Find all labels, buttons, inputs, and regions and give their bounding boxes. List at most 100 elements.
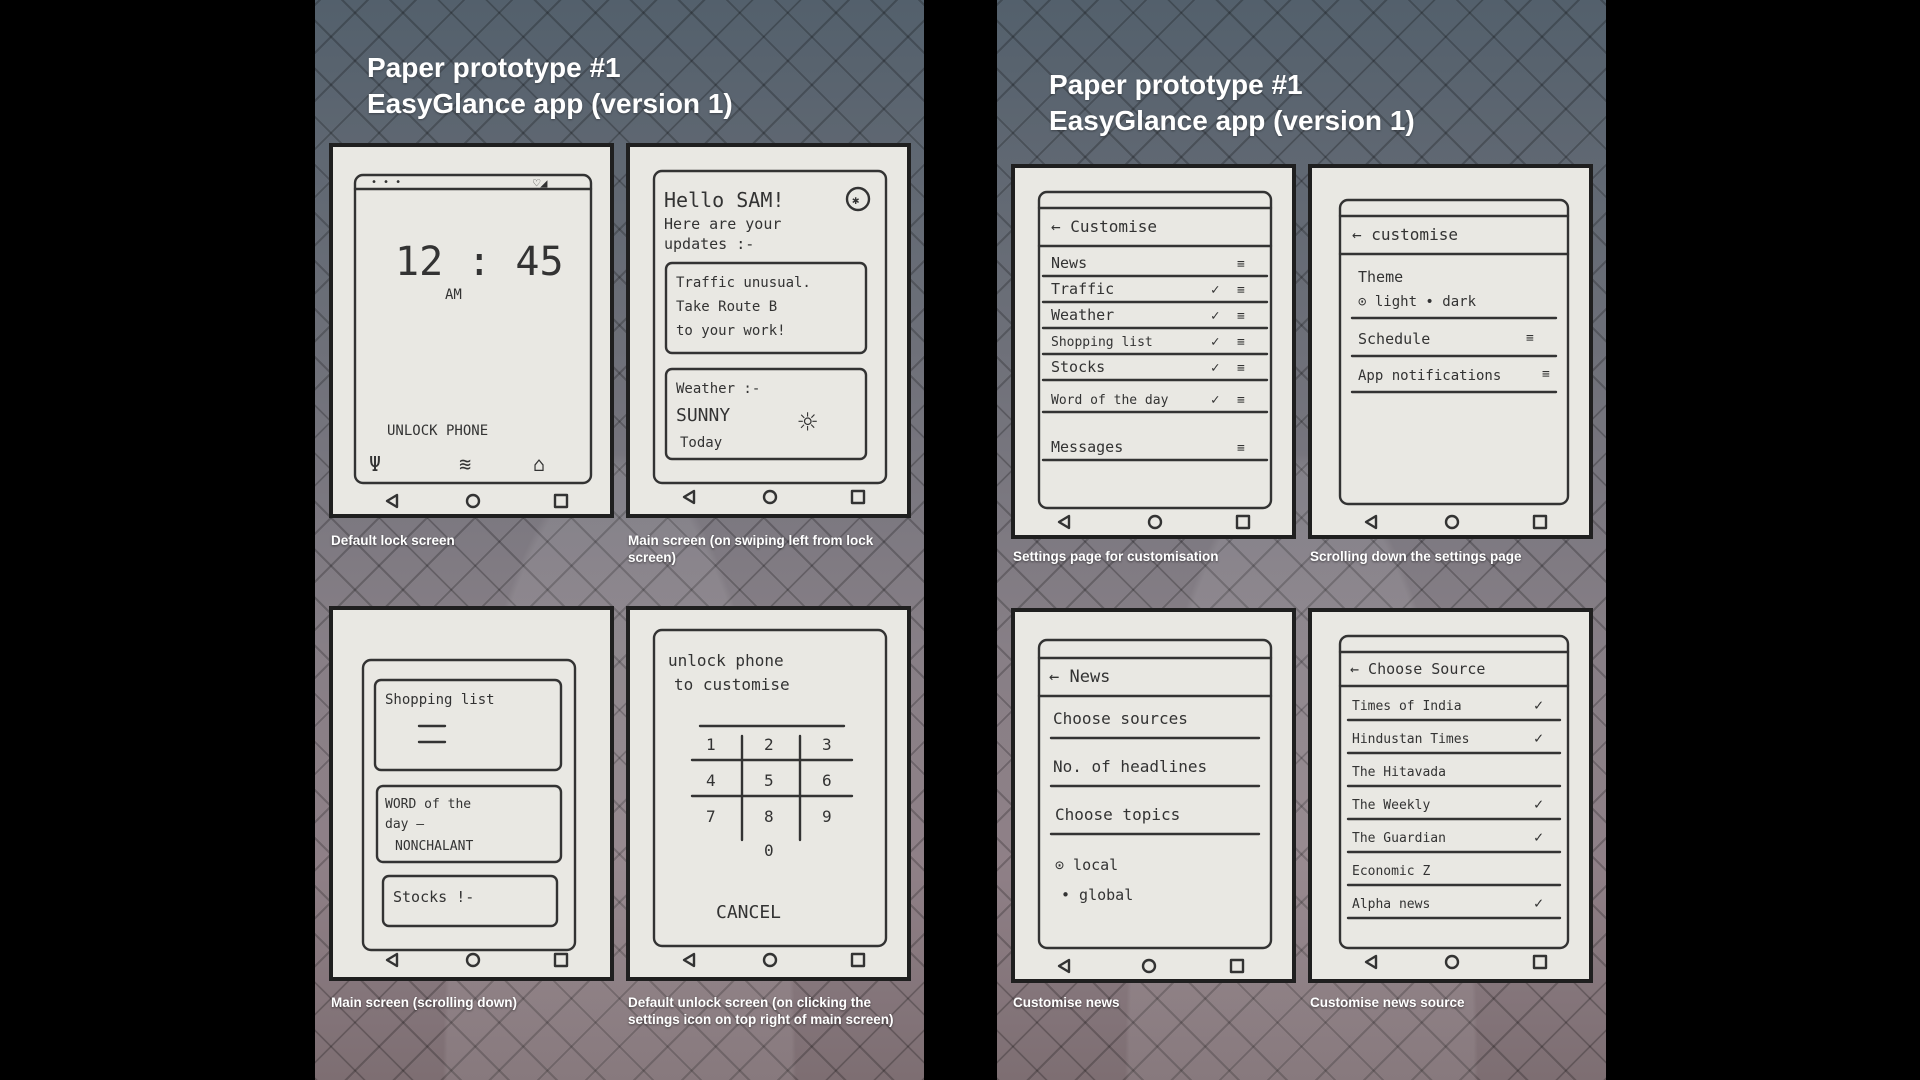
settings-item-2[interactable]: Weather: [1051, 306, 1114, 324]
drag-handle-icon[interactable]: ≡: [1542, 367, 1550, 382]
check-icon[interactable]: ✓: [1211, 308, 1219, 324]
nav-home-icon: [1141, 958, 1157, 974]
source-item-2[interactable]: The Hitavada: [1352, 765, 1446, 780]
global-radio[interactable]: • global: [1061, 886, 1133, 904]
news-header[interactable]: ← News: [1049, 667, 1110, 687]
photo-main-scroll: Shopping list WORD of the day — NONCHALA…: [329, 606, 614, 981]
keypad-key-2[interactable]: 2: [764, 735, 774, 754]
source-item-3[interactable]: The Weekly: [1352, 798, 1430, 813]
settings-item-1[interactable]: Traffic: [1051, 280, 1114, 298]
drag-handle-icon[interactable]: ≡: [1237, 441, 1245, 456]
gear-icon: ✱: [852, 193, 859, 207]
check-icon[interactable]: ✓: [1534, 696, 1543, 714]
keypad-key-3[interactable]: 3: [822, 735, 832, 754]
nav-back-icon: [385, 952, 399, 968]
drag-handle-icon[interactable]: ≡: [1237, 283, 1245, 298]
drag-handle-icon[interactable]: ≡: [1237, 361, 1245, 376]
source-list: Times of India ✓ Hindustan Times ✓ The Hitav…: [1346, 696, 1562, 920]
nav-recent-icon: [553, 493, 569, 509]
local-radio[interactable]: ⊙ local: [1055, 856, 1118, 874]
unlock-line-2: to customise: [674, 675, 790, 694]
theme-label: Theme: [1358, 268, 1403, 286]
greeting-text: Hello SAM!: [664, 188, 784, 212]
source-item-1[interactable]: Hindustan Times: [1352, 732, 1469, 747]
check-icon[interactable]: ✓: [1534, 795, 1543, 813]
keypad-key-4[interactable]: 4: [706, 771, 716, 790]
caption-lock-screen: Default lock screen: [331, 533, 455, 548]
nav-recent-icon: [850, 489, 866, 505]
ampm-text: AM: [445, 287, 462, 303]
subtitle-line-1: Here are your: [664, 215, 781, 233]
caption-unlock-screen: Default unlock screen (on clicking the s…: [628, 995, 894, 1027]
choose-sources-item[interactable]: Choose sources: [1053, 709, 1188, 728]
status-dots: • • •: [371, 177, 401, 188]
nav-recent-icon: [1532, 954, 1548, 970]
drag-handle-icon[interactable]: ≡: [1237, 309, 1245, 324]
keypad-key-9[interactable]: 9: [822, 807, 832, 826]
settings-header[interactable]: ← Customise: [1051, 217, 1157, 236]
nav-recent-icon: [553, 952, 569, 968]
settings-item-4[interactable]: Stocks: [1051, 358, 1105, 376]
keypad-key-1[interactable]: 1: [706, 735, 716, 754]
check-icon[interactable]: ✓: [1534, 894, 1543, 912]
nav-back-icon: [1057, 514, 1071, 530]
settings-scroll-header[interactable]: ← customise: [1352, 225, 1458, 244]
photo-settings-scroll: ← customise Theme ⊙ light • dark Schedul…: [1308, 164, 1593, 539]
title-line-2: EasyGlance app (version 1): [1049, 105, 1415, 136]
sun-icon: ☼: [798, 403, 817, 441]
check-icon[interactable]: ✓: [1211, 334, 1219, 350]
caption-customise-news: Customise news: [1013, 995, 1120, 1010]
keypad-key-0[interactable]: 0: [764, 841, 774, 860]
unlock-phone-text: UNLOCK PHONE: [387, 423, 488, 439]
source-item-6[interactable]: Alpha news: [1352, 897, 1430, 912]
nav-recent-icon: [1235, 514, 1251, 530]
choose-topics-item[interactable]: Choose topics: [1055, 805, 1180, 824]
title-line-1: Paper prototype #1: [367, 52, 621, 83]
nav-home-icon: [1444, 954, 1460, 970]
keypad-key-6[interactable]: 6: [822, 771, 832, 790]
photo-unlock-screen: unlock phone to customise 1 2 3 4 5 6 7 8 9 0 CAN…: [626, 606, 911, 981]
main-scroll-sketch: Shopping list WORD of the day — NONCHALA…: [361, 658, 577, 968]
weather-line-2: SUNNY: [676, 405, 730, 426]
drag-handle-icon[interactable]: ≡: [1526, 331, 1534, 346]
mic-icon: Ψ: [369, 452, 381, 476]
cancel-button[interactable]: CANCEL: [716, 902, 781, 923]
keypad-key-8[interactable]: 8: [764, 807, 774, 826]
paper-sketch: unlock phone to customise 1 2 3 4 5 6 7 8 9 0 CAN…: [630, 610, 907, 977]
headlines-item[interactable]: No. of headlines: [1053, 757, 1207, 776]
main-screen-sketch: Hello SAM! ✱ Here are your updates :- Tr…: [652, 169, 888, 505]
word-line-1: WORD of the: [385, 797, 471, 812]
settings-item-0[interactable]: News: [1051, 254, 1087, 272]
keypad-key-5[interactable]: 5: [764, 771, 774, 790]
source-header[interactable]: ← Choose Source: [1350, 660, 1485, 678]
drag-handle-icon[interactable]: ≡: [1237, 257, 1245, 272]
settings-sketch: ← Customise News ≡ Traffic ✓ ≡ Weather ✓ ≡ Shopp…: [1037, 190, 1273, 530]
schedule-item[interactable]: Schedule: [1358, 330, 1430, 348]
nav-back-icon: [1057, 958, 1071, 974]
keypad-key-7[interactable]: 7: [706, 807, 716, 826]
check-icon[interactable]: ✓: [1211, 392, 1219, 408]
settings-item-3[interactable]: Shopping list: [1051, 335, 1153, 350]
drag-handle-icon[interactable]: ≡: [1237, 393, 1245, 408]
settings-item-5[interactable]: Word of the day: [1051, 393, 1169, 408]
caption-settings-scroll: Scrolling down the settings page: [1310, 549, 1522, 564]
traffic-line-2: Take Route B: [676, 299, 777, 315]
drag-handle-icon[interactable]: ≡: [1237, 335, 1245, 350]
settings-item-6[interactable]: Messages: [1051, 438, 1123, 456]
source-item-4[interactable]: The Guardian: [1352, 831, 1446, 846]
check-icon[interactable]: ✓: [1534, 729, 1543, 747]
theme-options[interactable]: ⊙ light • dark: [1358, 294, 1477, 310]
paper-sketch: Shopping list WORD of the day — NONCHALA…: [333, 610, 610, 977]
app-notifications-item[interactable]: App notifications: [1358, 368, 1501, 384]
check-icon[interactable]: ✓: [1211, 360, 1219, 376]
subtitle-line-2: updates :-: [664, 235, 754, 253]
nav-back-icon: [1364, 514, 1378, 530]
check-icon[interactable]: ✓: [1211, 282, 1219, 298]
check-icon[interactable]: ✓: [1534, 828, 1543, 846]
news-source-sketch: ← Choose Source Times of India ✓ Hindustan…: [1338, 634, 1570, 970]
settings-scroll-sketch: ← customise Theme ⊙ light • dark Schedul…: [1338, 198, 1570, 530]
source-item-0[interactable]: Times of India: [1352, 699, 1462, 714]
source-item-5[interactable]: Economic Z: [1352, 864, 1430, 879]
paper-sketch: • • • ♡◢ 12 : 45 AM UNLOCK PHONE Ψ ≋ ⌂: [333, 147, 610, 514]
title-line-2: EasyGlance app (version 1): [367, 88, 733, 119]
